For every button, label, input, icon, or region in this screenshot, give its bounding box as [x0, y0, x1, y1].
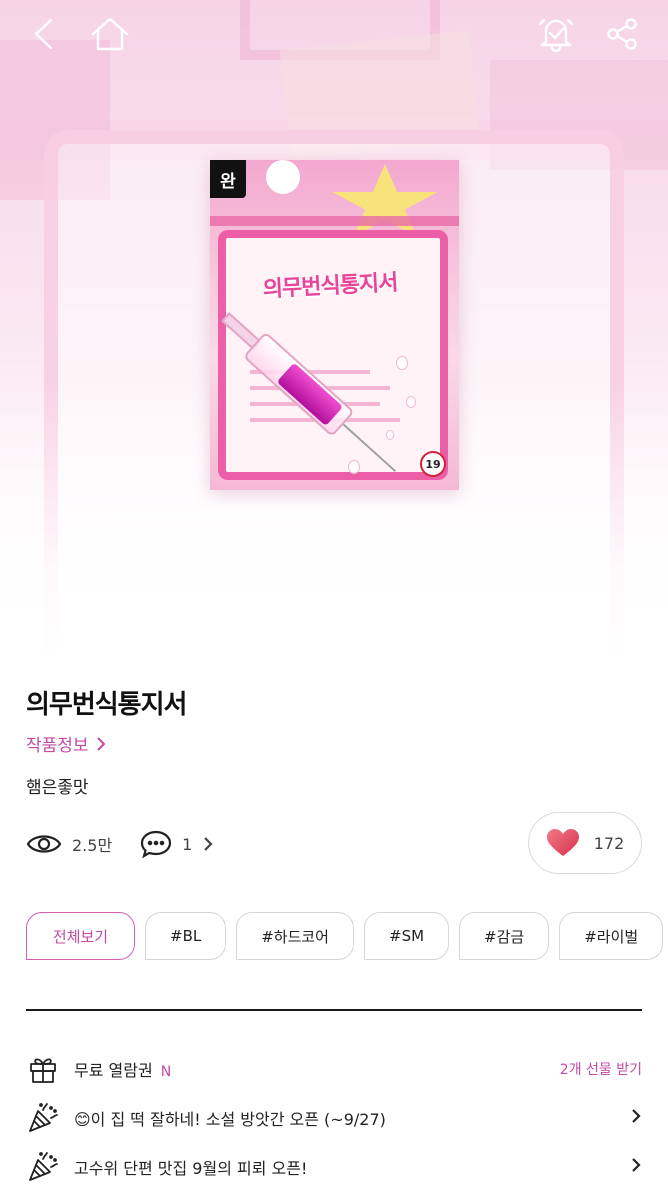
eye-icon	[26, 835, 62, 853]
back-arrow-icon	[34, 18, 53, 50]
stats-row: 2.5만 1	[26, 824, 214, 864]
comment-count-value: 1	[182, 834, 193, 854]
like-count: 172	[593, 833, 625, 853]
tag-filter-list: 전체보기 #BL #하드코어 #SM #감금 #라이벌	[26, 912, 668, 962]
water-drop	[396, 356, 408, 370]
work-info-link[interactable]: 작품정보	[26, 731, 107, 756]
tag-confinement[interactable]: #감금	[459, 912, 550, 960]
work-title: 의무번식통지서	[26, 690, 187, 720]
chevron-right-icon	[204, 837, 213, 851]
view-count: 2.5만	[26, 831, 112, 857]
event-row[interactable]: 고수위 단편 맛집 9월의 피뢰 오픈!	[26, 1149, 642, 1185]
completed-badge: 완	[210, 160, 246, 198]
heart-icon	[546, 829, 579, 856]
tag-bl[interactable]: #BL	[145, 912, 227, 960]
tag-sm[interactable]: #SM	[364, 912, 450, 960]
comment-bubble-icon	[141, 830, 172, 859]
back-button[interactable]	[20, 10, 68, 58]
tag-all[interactable]: 전체보기	[26, 912, 135, 960]
event-title: 😊이 집 떡 잘하네! 소설 방앗간 오픈 (~9/27)	[74, 1110, 386, 1129]
author-name[interactable]: 햄은좋맛	[26, 773, 89, 798]
home-icon	[91, 17, 129, 51]
age-rating-badge: 19	[420, 451, 446, 477]
tag-hardcore[interactable]: #하드코어	[236, 912, 354, 960]
water-drop	[386, 430, 394, 440]
water-drop	[348, 460, 360, 474]
party-popper-icon	[26, 1101, 60, 1135]
share-icon	[607, 18, 637, 50]
comment-button[interactable]: 1	[140, 829, 214, 859]
chevron-right-icon	[96, 736, 105, 751]
share-button[interactable]	[598, 10, 646, 58]
like-button[interactable]: 172	[528, 812, 642, 874]
gift-icon	[26, 1052, 60, 1086]
free-ticket-label: 무료 열람권	[74, 1061, 153, 1080]
event-title: 고수위 단편 맛집 9월의 피뢰 오픈!	[74, 1159, 308, 1178]
event-row[interactable]: 😊이 집 떡 잘하네! 소설 방앗간 오픈 (~9/27)	[26, 1100, 642, 1136]
home-button[interactable]	[86, 10, 134, 58]
free-ticket-row[interactable]: 무료 열람권 N 2개 선물 받기	[26, 1051, 642, 1087]
cover-decor-circle	[266, 160, 300, 194]
top-navigation-bar	[0, 0, 668, 68]
bell-check-icon	[538, 18, 574, 52]
party-popper-icon	[26, 1150, 60, 1184]
receive-gift-button[interactable]: 2개 선물 받기	[560, 1059, 642, 1079]
cover-image[interactable]: 의무번식통지서	[210, 160, 459, 490]
chevron-right-icon	[630, 1107, 642, 1129]
water-drop	[406, 396, 416, 408]
view-count-value: 2.5만	[72, 836, 113, 855]
chevron-right-icon	[630, 1156, 642, 1178]
tag-rival[interactable]: #라이벌	[559, 912, 664, 960]
new-badge: N	[160, 1064, 172, 1080]
notification-button[interactable]	[532, 10, 580, 58]
work-info-label: 작품정보	[26, 736, 89, 756]
section-divider	[26, 1009, 642, 1011]
cover-decor-bar	[210, 216, 459, 226]
